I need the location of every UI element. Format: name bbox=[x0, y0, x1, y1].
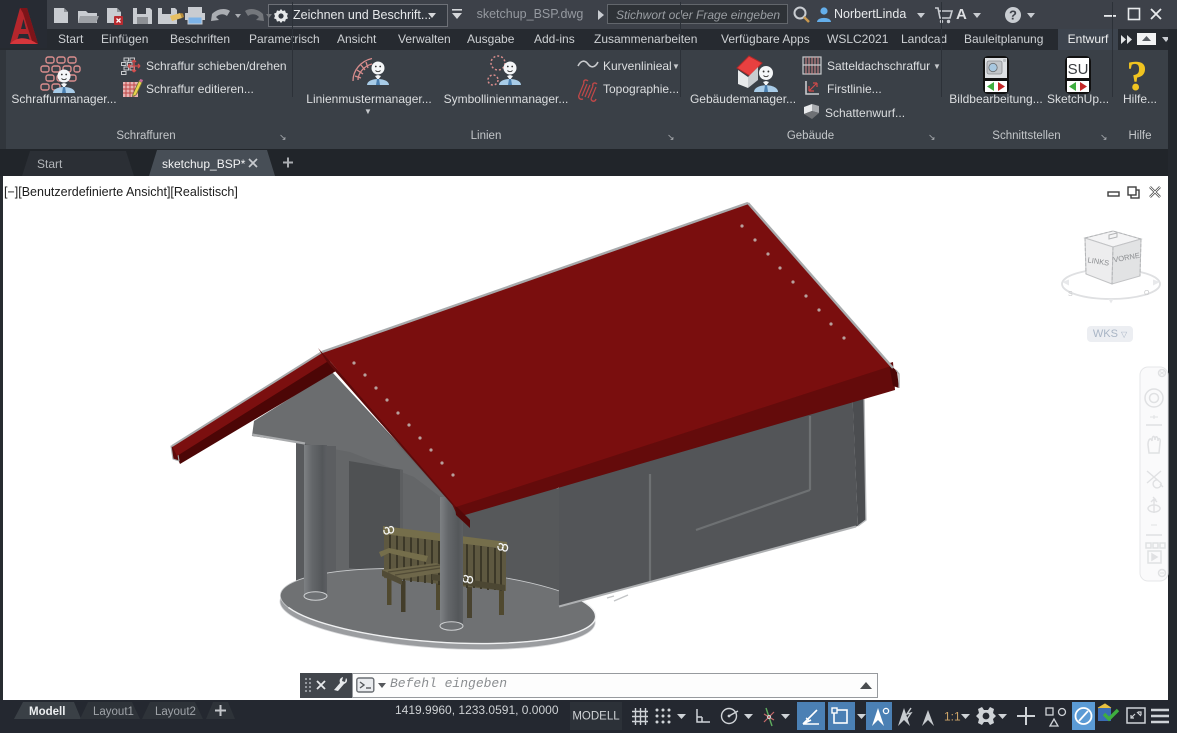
svg-text:Layout1: Layout1 bbox=[93, 706, 134, 718]
svg-text:1:1: 1:1 bbox=[944, 710, 961, 724]
svg-text:MODELL: MODELL bbox=[572, 711, 620, 723]
svg-text:Start: Start bbox=[37, 157, 63, 171]
svg-text:SU: SU bbox=[1068, 61, 1089, 78]
svg-text:Modell: Modell bbox=[29, 706, 65, 718]
svg-text:Layout2: Layout2 bbox=[155, 706, 196, 718]
svg-text:sketchup_BSP*: sketchup_BSP* bbox=[162, 157, 246, 171]
svg-text:?: ? bbox=[1127, 54, 1148, 100]
svg-text:S: S bbox=[1068, 291, 1073, 298]
svg-text:O: O bbox=[1144, 290, 1150, 297]
